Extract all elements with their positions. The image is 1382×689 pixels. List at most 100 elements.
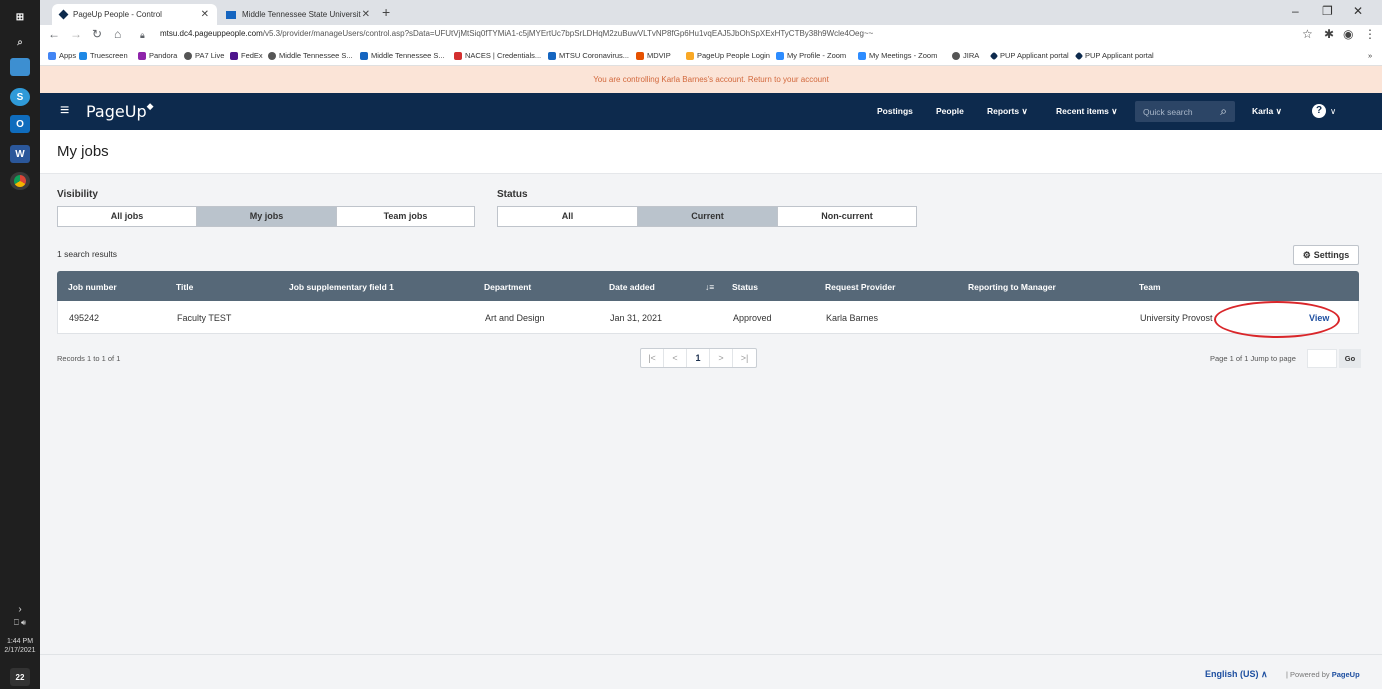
bookmark-apps[interactable]: Apps — [48, 51, 76, 60]
word-icon[interactable]: W — [10, 145, 30, 163]
help-icon[interactable]: ? — [1312, 104, 1326, 118]
page-title: My jobs — [57, 143, 109, 160]
chevron-down-icon[interactable]: ∨ — [1330, 106, 1336, 117]
bookmark-zoom-profile[interactable]: My Profile - Zoom — [776, 51, 846, 60]
bookmarks-bar: Apps Truescreen Pandora PA7 Live FedEx M… — [40, 46, 1382, 66]
bookmark-pup-applicant-2[interactable]: PUP Applicant portal — [1074, 51, 1154, 60]
jump-to-page-input[interactable] — [1307, 349, 1337, 368]
bookmarks-overflow-icon[interactable]: » — [1368, 51, 1372, 60]
cell-job-number: 495242 — [69, 313, 100, 323]
bookmark-pandora[interactable]: Pandora — [138, 51, 177, 60]
bookmark-pageup-login[interactable]: PageUp People Login — [686, 51, 770, 60]
bookmark-mtsu-coronavirus[interactable]: MTSU Coronavirus... — [548, 51, 629, 60]
pageup-logo[interactable]: PageUp◆ — [86, 102, 154, 121]
col-status[interactable]: Status — [732, 282, 758, 292]
task-view-icon[interactable] — [10, 58, 30, 76]
network-volume-icon[interactable]: ⎕ 🔊︎ — [0, 618, 40, 627]
back-icon[interactable]: ← — [48, 27, 60, 41]
status-all[interactable]: All — [498, 207, 638, 226]
go-button[interactable]: Go — [1339, 349, 1361, 368]
browser-tab-bar: PageUp People - Control ✕ Middle Tenness… — [40, 0, 1382, 25]
hamburger-menu-icon[interactable]: ≡ — [60, 103, 69, 119]
minimize-icon[interactable]: – — [1292, 4, 1299, 18]
next-page-button[interactable]: > — [710, 349, 733, 367]
search-icon[interactable]: ⌕ — [1220, 104, 1227, 119]
visibility-team-jobs[interactable]: Team jobs — [337, 207, 474, 226]
status-non-current[interactable]: Non-current — [778, 207, 916, 226]
lock-icon[interactable]: 🔒︎ — [140, 30, 145, 41]
language-selector[interactable]: English (US) ∧ — [1205, 669, 1268, 680]
nav-people[interactable]: People — [936, 106, 964, 116]
col-request-provider[interactable]: Request Provider — [825, 282, 895, 292]
quick-search-input[interactable]: Quick search ⌕ — [1135, 101, 1235, 122]
bookmark-mtsu-2[interactable]: Middle Tennessee S... — [360, 51, 445, 60]
skype-icon[interactable]: S — [10, 88, 30, 106]
col-job-number[interactable]: Job number — [68, 282, 117, 292]
nav-postings[interactable]: Postings — [877, 106, 913, 116]
status-label: Status — [497, 189, 528, 200]
forward-icon[interactable]: → — [70, 27, 82, 41]
reload-icon[interactable]: ↻ — [92, 27, 102, 41]
settings-button[interactable]: ⚙ Settings — [1293, 245, 1359, 265]
bookmark-pa7-live[interactable]: PA7 Live — [184, 51, 224, 60]
status-current[interactable]: Current — [638, 207, 778, 226]
sort-descending-icon[interactable]: ↓≡ — [705, 282, 714, 292]
outlook-icon[interactable]: O — [10, 115, 30, 133]
bookmark-naces[interactable]: NACES | Credentials... — [454, 51, 541, 60]
close-icon[interactable]: ✕ — [362, 9, 370, 20]
jobs-table: Job number Title Job supplementary field… — [57, 271, 1359, 334]
chevron-right-icon[interactable]: › — [0, 605, 40, 615]
page-1-button[interactable]: 1 — [687, 349, 710, 367]
close-icon[interactable]: ✕ — [201, 9, 209, 20]
search-icon[interactable]: ⌕ — [10, 33, 30, 51]
col-reporting-manager[interactable]: Reporting to Manager — [968, 282, 1056, 292]
visibility-toggle: All jobs My jobs Team jobs — [57, 206, 475, 227]
col-supp-field[interactable]: Job supplementary field 1 — [289, 282, 394, 292]
bookmark-mdvip[interactable]: MDVIP — [636, 51, 671, 60]
nav-recent-items[interactable]: Recent items ∨ — [1056, 106, 1118, 117]
col-department[interactable]: Department — [484, 282, 531, 292]
table-row[interactable]: 495242 Faculty TEST Art and Design Jan 3… — [57, 301, 1359, 334]
view-link[interactable]: View — [1309, 313, 1329, 323]
restore-icon[interactable]: ❐ — [1322, 4, 1333, 18]
tab-pageup-control[interactable]: PageUp People - Control ✕ — [52, 4, 217, 25]
mtsu-icon — [360, 51, 368, 60]
prev-page-button[interactable]: < — [664, 349, 687, 367]
pageup-icon — [1074, 51, 1084, 60]
taskbar-date[interactable]: 2/17/2021 — [0, 646, 40, 655]
extensions-icon[interactable]: ✱ — [1324, 27, 1334, 41]
col-team[interactable]: Team — [1139, 282, 1161, 292]
profile-icon[interactable]: ◉ — [1343, 27, 1353, 41]
main-content: Visibility All jobs My jobs Team jobs St… — [40, 174, 1382, 654]
visibility-all-jobs[interactable]: All jobs — [58, 207, 197, 226]
bookmark-pup-applicant-1[interactable]: PUP Applicant portal — [989, 51, 1069, 60]
control-account-banner[interactable]: You are controlling Karla Barnes's accou… — [40, 66, 1382, 93]
taskbar-time[interactable]: 1:44 PM — [0, 637, 40, 646]
first-page-button[interactable]: |< — [641, 349, 664, 367]
tab-mtsu[interactable]: Middle Tennessee State Universit ✕ — [218, 4, 378, 25]
window-close-icon[interactable]: ✕ — [1353, 4, 1363, 18]
bookmark-fedex[interactable]: FedEx — [230, 51, 263, 60]
bookmark-star-icon[interactable]: ☆ — [1302, 27, 1313, 41]
url-field[interactable]: mtsu.dc4.pageuppeople.com/v5.3/provider/… — [160, 29, 873, 38]
bookmark-truescreen[interactable]: Truescreen — [79, 51, 128, 60]
col-title[interactable]: Title — [176, 282, 193, 292]
last-page-button[interactable]: >| — [733, 349, 756, 367]
banner-text: You are controlling Karla Barnes's accou… — [593, 75, 829, 84]
records-summary: Records 1 to 1 of 1 — [57, 354, 121, 363]
bookmark-jira[interactable]: JIRA — [952, 51, 979, 60]
user-menu[interactable]: Karla ∨ — [1252, 106, 1282, 117]
new-tab-icon[interactable]: + — [382, 4, 390, 20]
visibility-my-jobs[interactable]: My jobs — [197, 207, 337, 226]
notification-icon[interactable]: 22 — [10, 668, 30, 686]
windows-start-icon[interactable]: ⊞ — [10, 8, 30, 26]
chrome-icon[interactable] — [10, 172, 30, 190]
menu-icon[interactable]: ⋮ — [1364, 27, 1376, 41]
col-date-added[interactable]: Date added — [609, 282, 655, 292]
home-icon[interactable]: ⌂ — [114, 27, 121, 41]
nav-reports[interactable]: Reports ∨ — [987, 106, 1028, 117]
mtsu-favicon-icon — [226, 10, 236, 19]
pageup-brand: PageUp — [1331, 670, 1360, 679]
bookmark-zoom-meetings[interactable]: My Meetings - Zoom — [858, 51, 937, 60]
bookmark-mtsu-1[interactable]: Middle Tennessee S... — [268, 51, 353, 60]
